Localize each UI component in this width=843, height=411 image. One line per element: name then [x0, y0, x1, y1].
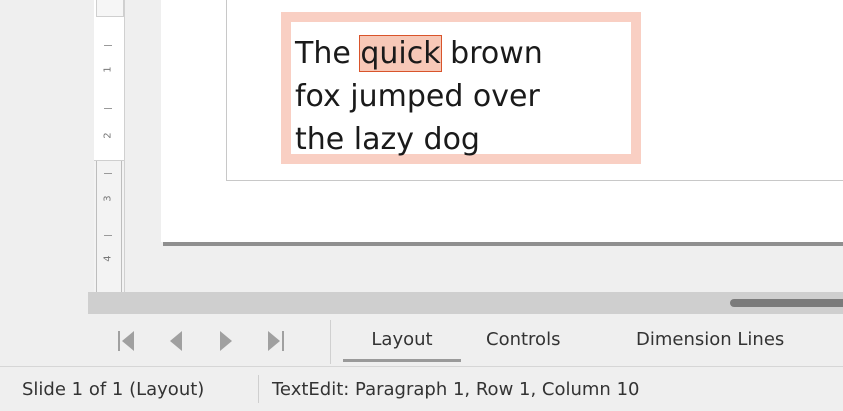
text-content[interactable]: The quick brown fox jumped over the lazy…	[295, 32, 543, 161]
slide-page[interactable]: The quick brown fox jumped over the lazy…	[161, 0, 843, 242]
last-slide-icon[interactable]	[266, 330, 286, 352]
ruler-number: 1	[102, 66, 114, 73]
ruler-tick	[104, 108, 112, 109]
text-line-3: the lazy dog	[295, 122, 480, 157]
ruler-number: 2	[102, 132, 114, 139]
text-word: The	[295, 36, 361, 71]
tab-layout[interactable]: Layout	[343, 329, 461, 362]
horizontal-scrollbar[interactable]	[88, 292, 843, 314]
text-word: brown	[440, 36, 543, 71]
ruler-tick	[104, 235, 112, 236]
tab-controls[interactable]: Controls	[486, 329, 560, 359]
previous-slide-icon[interactable]	[166, 330, 186, 352]
text-line-2: fox jumped over	[295, 79, 540, 114]
tab-dimension-lines[interactable]: Dimension Lines	[636, 329, 784, 359]
next-slide-icon[interactable]	[216, 330, 236, 352]
ruler-number: 3	[102, 195, 114, 202]
text-frame[interactable]: The quick brown fox jumped over the lazy…	[281, 12, 641, 164]
status-bar: Slide 1 of 1 (Layout) TextEdit: Paragrap…	[0, 366, 843, 411]
ruler-column	[96, 161, 122, 295]
scrollbar-thumb[interactable]	[730, 299, 843, 307]
drawing-canvas[interactable]: The quick brown fox jumped over the lazy…	[125, 0, 843, 292]
first-slide-icon[interactable]	[116, 330, 136, 352]
vertical-ruler: 1 2 3 4	[94, 0, 125, 295]
tab-separator	[330, 320, 331, 364]
slide-status: Slide 1 of 1 (Layout)	[22, 379, 205, 400]
ruler-lower-area: 3 4	[94, 161, 124, 295]
ruler-tick	[104, 45, 112, 46]
status-separator	[258, 375, 259, 403]
text-edit-status: TextEdit: Paragraph 1, Row 1, Column 10	[272, 379, 640, 400]
layer-tab-bar: Layout Controls Dimension Lines	[0, 314, 843, 366]
ruler-number: 4	[102, 255, 114, 262]
ruler-indent-marker[interactable]	[96, 0, 124, 17]
selected-word[interactable]: quick	[359, 35, 442, 72]
ruler-tick	[104, 173, 112, 174]
ruler-margin-area: 1 2	[94, 0, 124, 161]
